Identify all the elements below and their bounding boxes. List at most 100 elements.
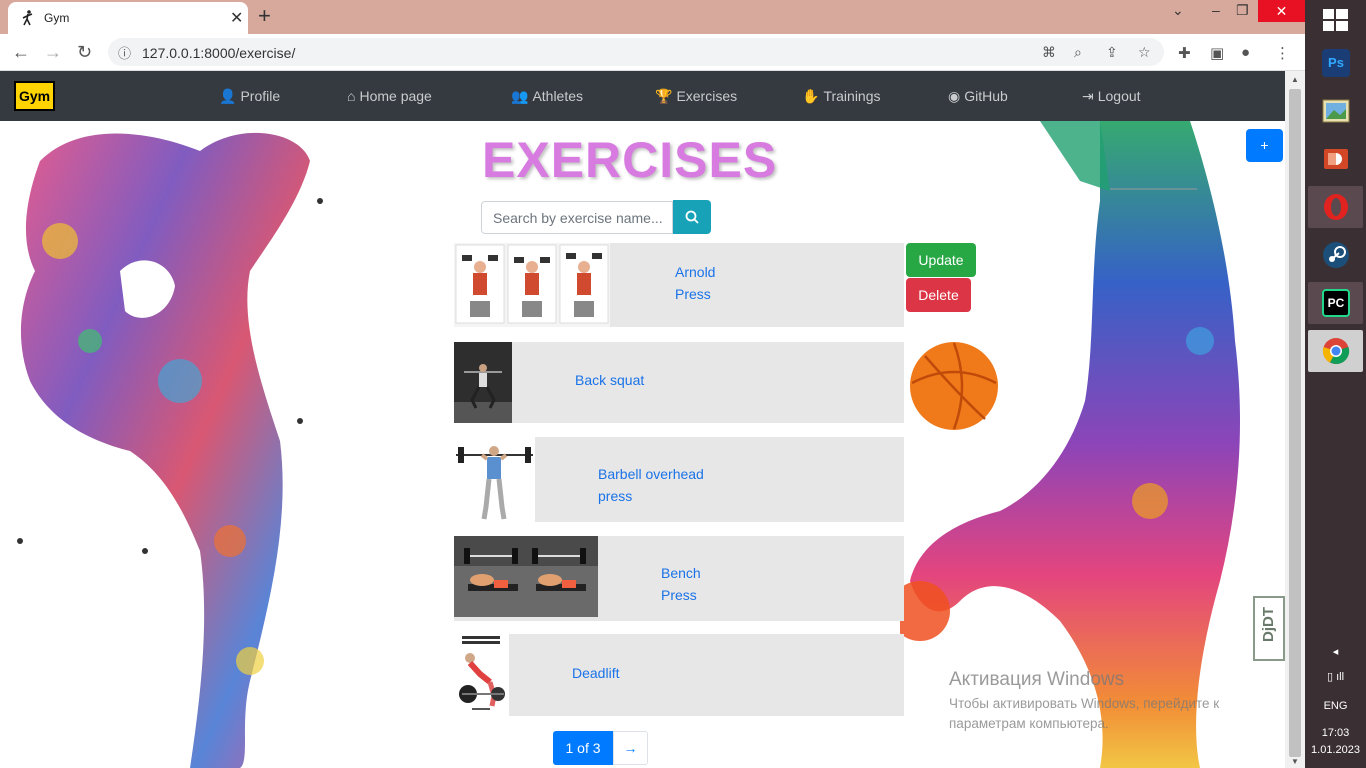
minimize-icon[interactable]: – (1212, 2, 1220, 18)
translate-icon[interactable]: ⌘ (1042, 44, 1056, 61)
back-icon[interactable]: ← (12, 42, 30, 63)
taskbar-app-photos[interactable] (1308, 90, 1363, 132)
profile-avatar-icon[interactable]: ● (1241, 44, 1250, 61)
exercise-card[interactable]: Deadlift (454, 634, 904, 716)
exercise-thumbnail (454, 536, 598, 617)
windows-activation-watermark: Активация Windows Чтобы активировать Win… (949, 669, 1259, 734)
logout-icon: ⇥ (1082, 88, 1094, 104)
exercise-name-link[interactable]: Arnold Press (675, 261, 735, 305)
nav-athletes-label: Athletes (532, 88, 584, 104)
brand-logo[interactable]: Gym (14, 81, 55, 111)
github-icon: ◉ (948, 88, 961, 104)
bookmark-star-icon[interactable]: ☆ (1138, 44, 1151, 61)
search-button[interactable] (673, 200, 711, 234)
delete-button[interactable]: Delete (906, 278, 971, 312)
pagination-next-button[interactable]: → (613, 731, 648, 765)
side-panel-icon[interactable]: ▣ (1210, 44, 1224, 62)
nav-profile[interactable]: 👤 Profile (219, 88, 280, 105)
taskbar-app-photoshop[interactable]: Ps (1308, 42, 1363, 84)
search-icon (685, 210, 699, 224)
search-input[interactable]: Search by exercise name... (481, 201, 673, 234)
restore-icon[interactable]: ❐ (1236, 2, 1249, 19)
nav-logout-label: Logout (1097, 88, 1141, 104)
users-icon: 👥 (511, 88, 529, 104)
extensions-icon[interactable]: ✚ (1178, 44, 1191, 62)
tray-battery-network-icon[interactable]: ▯ ıll (1305, 670, 1366, 683)
gym-favicon-icon (22, 10, 36, 26)
nav-github-label: GitHub (964, 88, 1008, 104)
scroll-up-icon[interactable]: ▲ (1291, 75, 1299, 84)
page-scrollbar[interactable]: ▲ ▼ (1285, 71, 1305, 768)
steam-icon (1322, 241, 1350, 269)
menu-kebab-icon[interactable]: ⋮ (1275, 44, 1290, 62)
exercise-card[interactable]: Arnold Press (454, 243, 904, 327)
nav-athletes[interactable]: 👥 Athletes (511, 88, 583, 105)
trophy-icon: 🏆 (655, 88, 673, 104)
taskbar-app-chrome[interactable] (1308, 330, 1363, 372)
opera-icon (1322, 193, 1350, 221)
exercise-name-link[interactable]: Bench Press (661, 562, 721, 606)
photoshop-icon: Ps (1322, 49, 1350, 77)
nav-exercises[interactable]: 🏆 Exercises (655, 88, 737, 105)
exercise-card[interactable]: Back squat (454, 342, 904, 423)
update-button[interactable]: Update (906, 243, 976, 277)
pagination-current-page[interactable]: 1 of 3 (553, 731, 613, 765)
page-content: EXERCISES Search by exercise name... + A… (0, 121, 1285, 768)
chrome-icon (1322, 337, 1350, 365)
nav-profile-label: Profile (240, 88, 281, 104)
nav-home[interactable]: ⌂ Home page (347, 88, 432, 104)
taskbar-app-powerpoint[interactable] (1308, 138, 1363, 180)
tray-expand-icon[interactable]: ◂ (1305, 645, 1366, 658)
url-field[interactable]: ⓘ 127.0.0.1:8000/exercise/ ⌘ ⌕ ⇪ ☆ (108, 38, 1164, 66)
nav-github[interactable]: ◉ GitHub (948, 88, 1008, 105)
new-tab-icon[interactable]: + (258, 3, 271, 29)
tab-title: Gym (44, 11, 70, 25)
site-info-icon[interactable]: ⓘ (118, 43, 131, 62)
nav-trainings[interactable]: ✋ Trainings (802, 88, 881, 105)
exercise-thumbnail (454, 437, 535, 522)
activation-text: Чтобы активировать Windows, перейдите к … (949, 696, 1220, 731)
window-close-icon[interactable]: ✕ (1258, 0, 1305, 22)
forward-icon[interactable]: → (44, 42, 62, 63)
exercise-thumbnail (454, 243, 610, 327)
photos-icon (1322, 97, 1350, 125)
user-icon: 👤 (219, 88, 237, 104)
windows-logo-icon (1323, 9, 1348, 31)
powerpoint-icon (1322, 145, 1350, 173)
nav-trainings-label: Trainings (823, 88, 881, 104)
nav-home-label: Home page (359, 88, 432, 104)
taskbar-app-steam[interactable] (1308, 234, 1363, 276)
scrollbar-thumb[interactable] (1289, 89, 1301, 757)
reload-icon[interactable]: ↻ (77, 42, 92, 63)
share-icon[interactable]: ⇪ (1106, 44, 1118, 61)
exercise-thumbnail (454, 342, 512, 423)
scroll-down-icon[interactable]: ▼ (1291, 757, 1299, 766)
clock-date[interactable]: 1.01.2023 (1305, 744, 1366, 756)
exercise-card[interactable]: Bench Press (454, 536, 904, 621)
hand-icon: ✋ (802, 88, 820, 104)
debug-toolbar-handle[interactable]: DjDT (1253, 596, 1285, 661)
clock-time[interactable]: 17:03 (1305, 727, 1366, 739)
exercise-name-link[interactable]: Deadlift (572, 662, 619, 684)
nav-exercises-label: Exercises (676, 88, 738, 104)
home-icon: ⌂ (347, 88, 356, 104)
zoom-icon[interactable]: ⌕ (1074, 44, 1082, 61)
debug-toolbar-label: DjDT (1260, 607, 1277, 642)
exercise-thumbnail (454, 634, 509, 716)
activation-heading: Активация Windows (949, 669, 1125, 690)
exercise-name-link[interactable]: Barbell overhead press (598, 463, 718, 507)
start-button[interactable] (1305, 0, 1366, 40)
taskbar-app-pycharm[interactable]: PC (1308, 282, 1363, 324)
exercise-card[interactable]: Barbell overhead press (454, 437, 904, 522)
tab-close-icon[interactable]: ✕ (230, 8, 243, 28)
nav-logout[interactable]: ⇥ Logout (1082, 88, 1141, 105)
language-indicator[interactable]: ENG (1305, 700, 1366, 712)
tab-search-icon[interactable]: ⌄ (1172, 2, 1184, 19)
browser-tab[interactable]: Gym ✕ (8, 2, 248, 34)
add-exercise-button[interactable]: + (1246, 129, 1283, 162)
exercise-name-link[interactable]: Back squat (575, 369, 644, 391)
page-title: EXERCISES (482, 132, 778, 188)
pycharm-icon: PC (1322, 289, 1350, 317)
address-bar: ← → ↻ ⓘ 127.0.0.1:8000/exercise/ ⌘ ⌕ ⇪ ☆… (0, 34, 1305, 71)
taskbar-app-opera[interactable] (1308, 186, 1363, 228)
